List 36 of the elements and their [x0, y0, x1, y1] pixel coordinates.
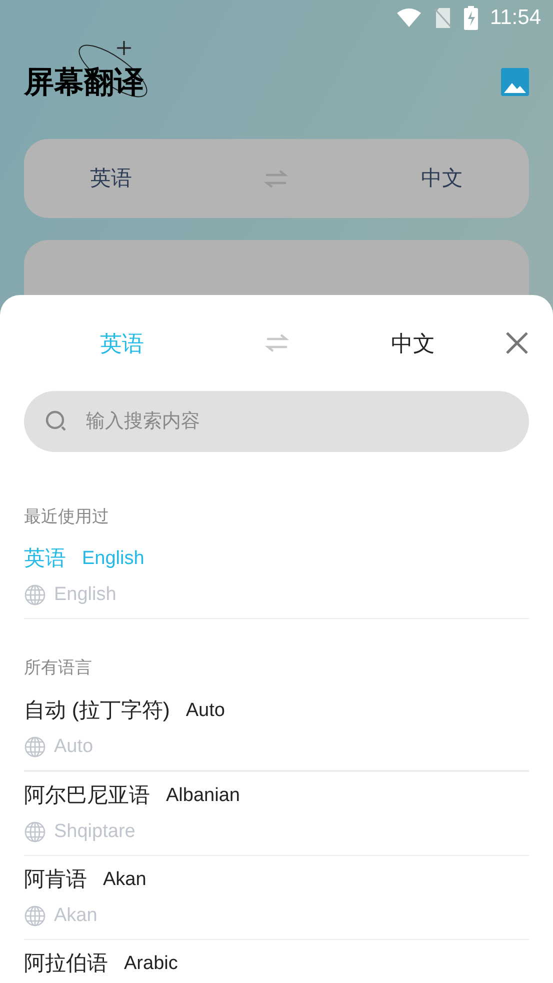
section-title: 最近使用过	[24, 507, 110, 527]
language-name: 阿尔巴尼亚语	[24, 783, 150, 810]
language-english-name: Albanian	[166, 784, 240, 808]
language-item[interactable]: 自动 (拉丁字符) Auto Auto	[24, 687, 529, 771]
no-sim-icon	[434, 7, 452, 29]
language-english-name: Akan	[103, 868, 146, 892]
language-name: 阿肯语	[24, 867, 87, 894]
search-field[interactable]: 输入搜索内容	[24, 391, 529, 452]
close-icon[interactable]	[505, 331, 529, 355]
globe-icon	[24, 736, 46, 758]
native-name: Auto	[54, 734, 94, 759]
target-language[interactable]: 中文	[420, 162, 463, 194]
battery-charging-icon	[464, 6, 478, 30]
language-item[interactable]: 阿尔巴尼亚语 Albanian Shqiptare	[24, 771, 529, 855]
language-name: 英语	[24, 546, 66, 572]
language-english-name: Arabic	[124, 952, 178, 976]
language-english-name: Auto	[186, 698, 225, 723]
language-item[interactable]: 阿肯语 Akan Akan	[24, 855, 529, 939]
source-language[interactable]: 英语	[90, 162, 132, 194]
globe-icon	[24, 905, 46, 927]
app-title: 屏幕翻译	[24, 66, 144, 98]
wifi-icon	[396, 8, 422, 28]
language-english-name: English	[82, 546, 144, 571]
image-icon[interactable]	[501, 68, 529, 96]
globe-icon	[24, 584, 46, 606]
search-icon	[44, 409, 68, 433]
native-name: Akan	[54, 904, 98, 928]
section-title: 所有语言	[24, 658, 93, 678]
status-time: 11:54	[490, 5, 541, 32]
language-name: 阿拉伯语	[24, 951, 108, 978]
language-name: 自动 (拉丁字符)	[24, 698, 170, 724]
globe-icon	[24, 821, 46, 843]
native-name: English	[54, 582, 116, 607]
native-name: Shqiptare	[54, 820, 136, 844]
language-item[interactable]: 阿拉伯语 Arabic	[24, 939, 529, 983]
language-tab[interactable]: 中文	[333, 326, 529, 360]
